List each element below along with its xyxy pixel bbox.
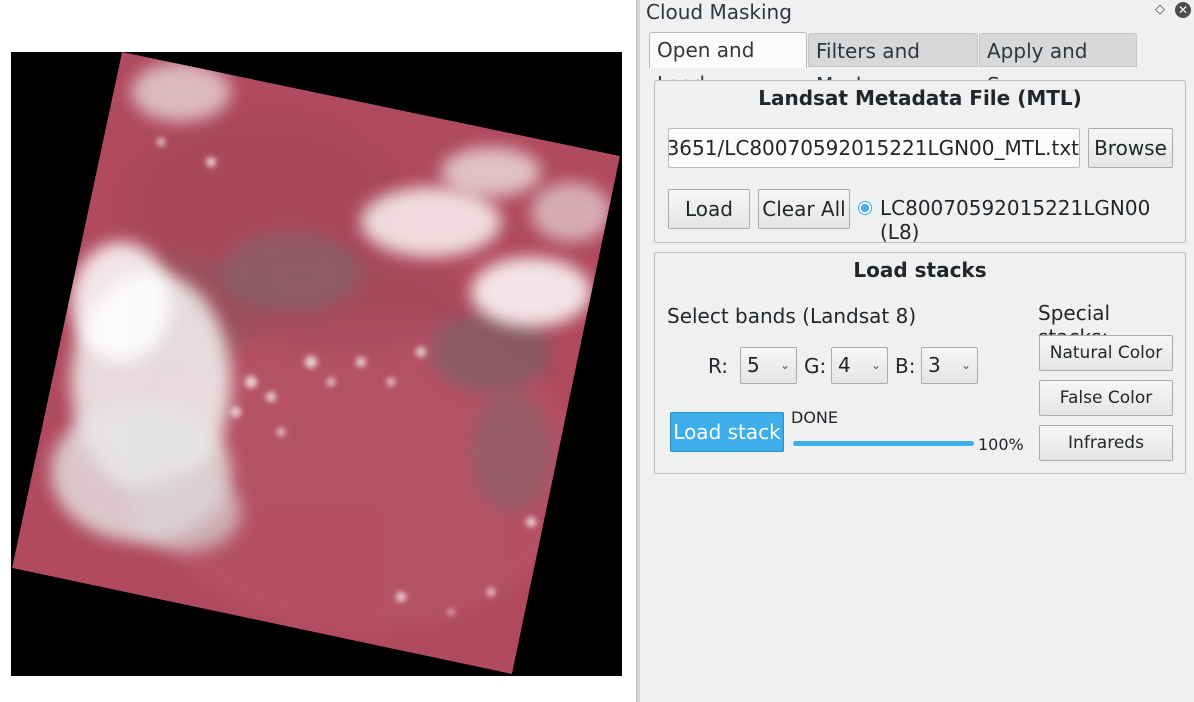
g-band-value: 4 (838, 353, 851, 377)
progress-status-text: DONE (791, 408, 838, 427)
b-band-select[interactable]: 3 ⌄ (921, 347, 978, 384)
select-bands-label: Select bands (Landsat 8) (667, 304, 917, 328)
scene-radio-label[interactable]: LC80070592015221LGN00 (L8) (880, 196, 1185, 244)
tab-open-and-load[interactable]: Open and Load (649, 32, 807, 96)
natural-color-button[interactable]: Natural Color (1039, 335, 1173, 371)
open-and-load-page: Landsat Metadata File (MTL) l173651/LC80… (648, 67, 1193, 487)
g-band-label: G: (804, 354, 827, 378)
g-band-select[interactable]: 4 ⌄ (831, 347, 888, 384)
b-band-label: B: (895, 354, 916, 378)
progress-percent: 100% (978, 435, 1024, 454)
clear-all-button[interactable]: Clear All (758, 189, 850, 229)
infrareds-button[interactable]: Infrareds (1039, 425, 1173, 461)
mtl-path-input[interactable]: l173651/LC80070592015221LGN00_MTL.txt (668, 128, 1080, 168)
raster-layer-extent (11, 52, 622, 676)
scene-radio-button[interactable] (858, 201, 872, 215)
chevron-down-icon: ⌄ (779, 358, 790, 372)
close-dock-icon[interactable]: ✕ (1175, 2, 1191, 18)
float-dock-icon[interactable]: ◇ (1153, 2, 1167, 18)
b-band-value: 3 (928, 353, 941, 377)
tab-apply-and-save[interactable]: Apply and Save (979, 33, 1137, 97)
load-button[interactable]: Load (668, 189, 750, 229)
r-band-label: R: (708, 354, 729, 378)
tab-filters-and-mask[interactable]: Filters and Mask (808, 33, 978, 97)
mtl-group-title: Landsat Metadata File (MTL) (758, 86, 1082, 110)
load-stacks-title: Load stacks (853, 258, 987, 282)
load-stack-button[interactable]: Load stack (670, 412, 784, 452)
map-canvas[interactable] (0, 0, 636, 702)
progress-bar-fill (793, 441, 974, 446)
cloud-masking-dock: Cloud Masking ◇ ✕ Open and Load Filters … (640, 0, 1194, 702)
load-stacks-groupbox: Load stacks Select bands (Landsat 8) R: … (654, 252, 1186, 474)
satellite-scene-image (11, 52, 622, 676)
browse-button[interactable]: Browse (1088, 128, 1173, 168)
false-color-button[interactable]: False Color (1039, 380, 1173, 416)
chevron-down-icon: ⌄ (960, 358, 971, 372)
mtl-groupbox: Landsat Metadata File (MTL) l173651/LC80… (654, 80, 1186, 244)
dock-title: Cloud Masking (646, 0, 792, 24)
progress-bar (793, 441, 974, 446)
r-band-select[interactable]: 5 ⌄ (740, 347, 797, 384)
mtl-path-value: l173651/LC80070592015221LGN00_MTL.txt (668, 136, 1079, 160)
chevron-down-icon: ⌄ (870, 358, 881, 372)
r-band-value: 5 (747, 353, 760, 377)
